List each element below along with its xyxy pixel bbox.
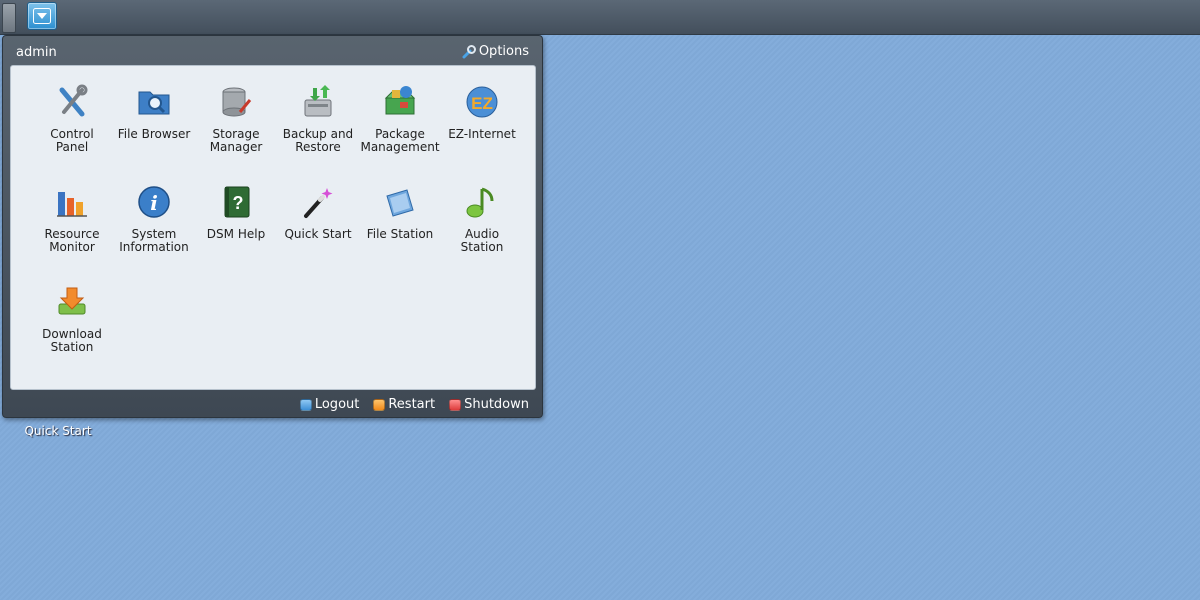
menu-username: admin [16, 45, 57, 60]
taskbar-handle[interactable] [2, 3, 16, 33]
menu-footer: Logout Restart Shutdown [299, 397, 529, 412]
logout-label: Logout [314, 397, 360, 412]
app-label: File Browser [117, 127, 191, 141]
app-label: Quick Start [284, 227, 352, 241]
app-file-station[interactable]: File Station [359, 184, 441, 241]
app-label: Backup and Restore [282, 127, 354, 154]
app-label: System Information [119, 227, 189, 254]
app-label: Download Station [42, 327, 102, 354]
ez-internet-icon: EZ [466, 86, 498, 118]
app-download-station[interactable]: Download Station [31, 284, 113, 354]
restart-label: Restart [388, 397, 436, 412]
options-label: Options [478, 44, 529, 59]
info-icon: i [138, 186, 170, 218]
app-label: EZ-Internet [448, 127, 516, 141]
file-station-icon [386, 189, 414, 217]
app-dsm-help[interactable]: ? DSM Help [195, 184, 277, 241]
restart-button[interactable]: Restart [373, 397, 435, 412]
backup-restore-icon [304, 85, 332, 117]
app-package-management[interactable]: Package Management [359, 84, 441, 154]
app-label: Storage Manager [209, 127, 263, 154]
app-label: Resource Monitor [44, 227, 100, 254]
main-menu-button[interactable] [27, 2, 57, 30]
shutdown-label: Shutdown [464, 397, 529, 412]
music-note-icon [466, 187, 494, 218]
file-browser-icon [138, 91, 170, 115]
start-menu: admin Options Control Panel File Browser [2, 35, 543, 418]
app-label: File Station [366, 227, 434, 241]
app-file-browser[interactable]: File Browser [113, 84, 195, 141]
package-icon [384, 86, 416, 115]
app-backup-restore[interactable]: Backup and Restore [277, 84, 359, 154]
storage-manager-icon [222, 87, 252, 117]
app-resource-monitor[interactable]: Resource Monitor [31, 184, 113, 254]
app-system-information[interactable]: i System Information [113, 184, 195, 254]
application-panel: Control Panel File Browser Storage Manag… [10, 65, 536, 390]
app-storage-manager[interactable]: Storage Manager [195, 84, 277, 154]
app-quick-start[interactable]: Quick Start [277, 184, 359, 241]
chevron-down-icon [33, 8, 51, 24]
shutdown-button[interactable]: Shutdown [449, 397, 529, 412]
download-icon [58, 287, 86, 315]
app-label: Control Panel [50, 127, 94, 154]
resource-monitor-icon [57, 192, 87, 217]
svg-text:?: ? [233, 193, 244, 213]
desktop-shortcut-label: Quick Start [24, 424, 92, 438]
app-label: Package Management [360, 127, 440, 154]
help-icon: ? [224, 186, 250, 218]
options-button[interactable]: Options [462, 44, 529, 59]
app-label: DSM Help [206, 227, 266, 241]
svg-text:EZ: EZ [471, 94, 493, 113]
control-panel-icon [59, 84, 88, 117]
app-label: Audio Station [460, 227, 504, 254]
wand-icon [304, 188, 333, 218]
wrench-icon [462, 44, 476, 58]
app-control-panel[interactable]: Control Panel [31, 84, 113, 154]
taskbar [0, 0, 1200, 35]
restart-icon [373, 398, 386, 411]
app-ez-internet[interactable]: EZ EZ-Internet [441, 84, 523, 141]
svg-text:i: i [150, 191, 158, 215]
logout-button[interactable]: Logout [299, 397, 360, 412]
shutdown-icon [449, 398, 462, 411]
app-audio-station[interactable]: Audio Station [441, 184, 523, 254]
logout-icon [299, 398, 312, 411]
